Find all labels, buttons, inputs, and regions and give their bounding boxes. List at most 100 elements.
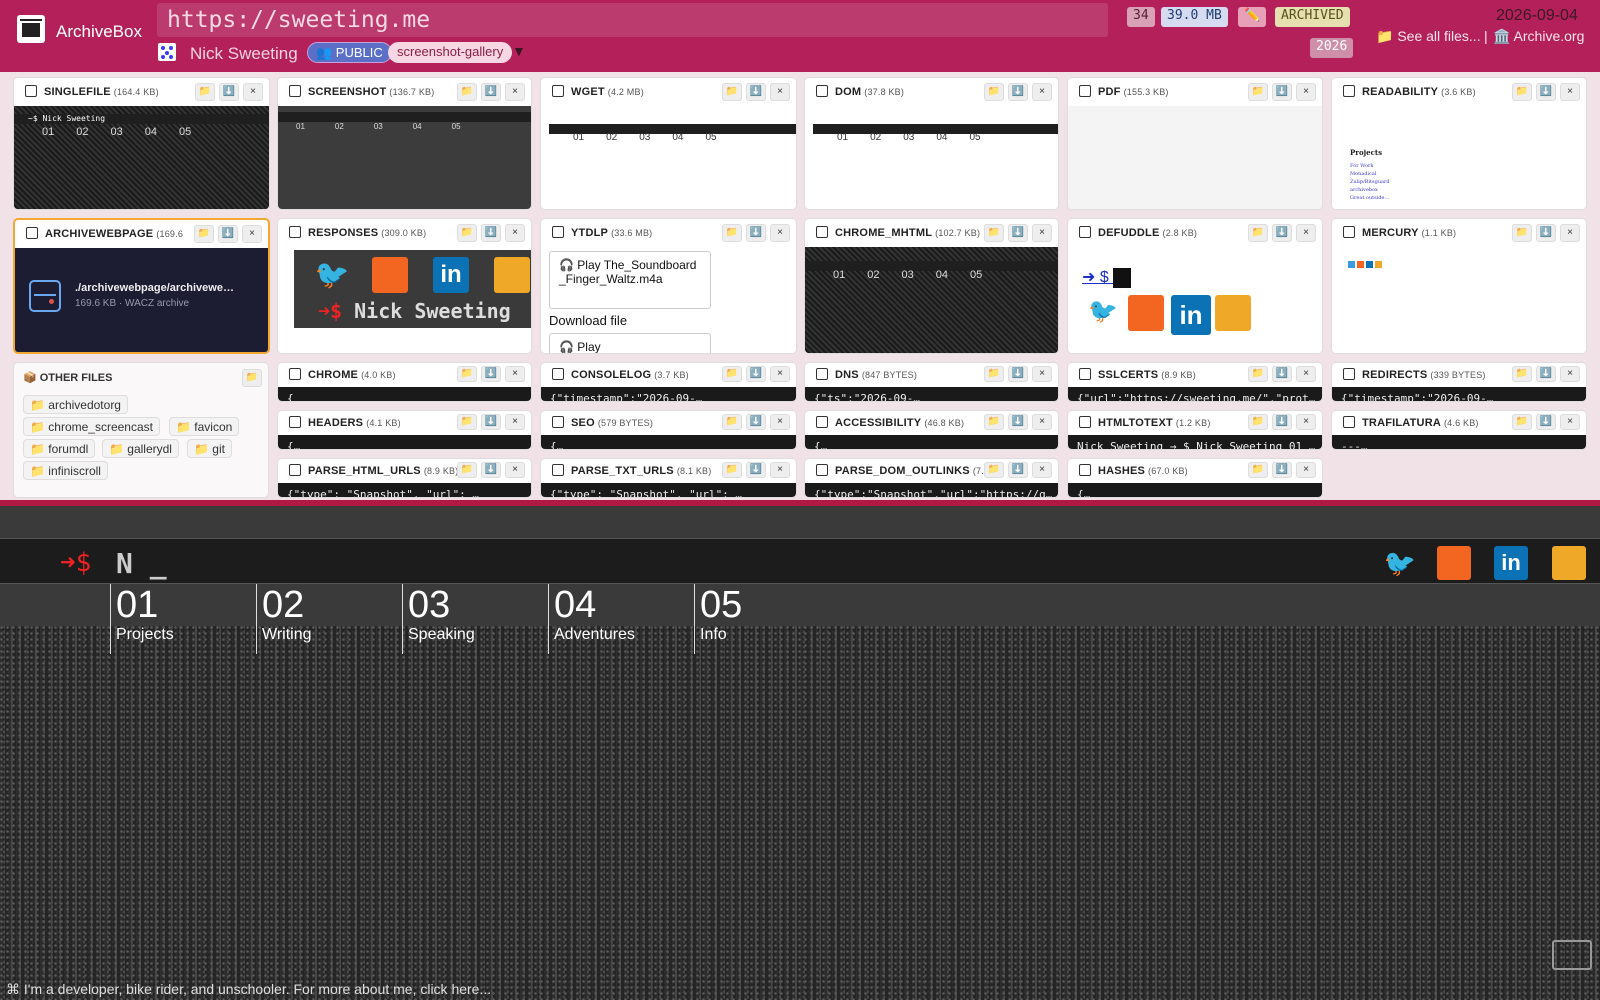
close-button[interactable]: × (505, 414, 525, 430)
folder-button[interactable]: 📁 (1248, 462, 1268, 478)
readability-link[interactable]: Great outside... (1350, 194, 1390, 202)
file-folder-link[interactable]: 📁 chrome_screencast (23, 417, 160, 436)
card-dom[interactable]: DOM (37.8 KB) 📁 ⬇️ × 01 02 03 04 05 (804, 77, 1059, 210)
nav-item-speaking[interactable]: 03 Speaking (402, 584, 546, 654)
tag-dropdown-icon[interactable]: ▼ (512, 43, 526, 59)
folder-button[interactable]: 📁 (457, 462, 477, 478)
download-button[interactable]: ⬇️ (1272, 224, 1292, 242)
close-button[interactable]: × (770, 224, 790, 242)
code-preview[interactable]: {"type":"Snapshot","url":"https://g… (805, 483, 1058, 497)
download-button[interactable]: ⬇️ (746, 366, 766, 382)
code-preview[interactable]: {"ts":"2026-09-… (805, 387, 1058, 401)
download-button[interactable]: ⬇️ (1008, 83, 1028, 101)
card-seo[interactable]: SEO (579 BYTES) 📁 ⬇️ × {… (540, 410, 797, 450)
linkedin-icon[interactable]: in (1494, 546, 1528, 580)
download-button[interactable]: ⬇️ (1272, 462, 1292, 478)
card-hashes[interactable]: HASHES (67.0 KB) 📁 ⬇️ × {… (1067, 458, 1323, 498)
download-button[interactable]: ⬇️ (1008, 462, 1028, 478)
folder-button[interactable]: 📁 (984, 83, 1004, 101)
close-button[interactable]: × (770, 414, 790, 430)
close-button[interactable]: × (1296, 414, 1316, 430)
folder-button[interactable]: 📁 (457, 414, 477, 430)
close-button[interactable]: × (505, 224, 525, 242)
download-button[interactable]: ⬇️ (1008, 414, 1028, 430)
download-button[interactable]: ⬇️ (481, 83, 501, 101)
download-button[interactable]: ⬇️ (1272, 366, 1292, 382)
close-button[interactable]: × (1296, 462, 1316, 478)
file-folder-link[interactable]: 📁 git (187, 439, 232, 458)
folder-button[interactable]: 📁 (1248, 366, 1268, 382)
soundcloud-icon[interactable] (1128, 295, 1164, 331)
folder-button[interactable]: 📁 (984, 414, 1004, 430)
code-preview[interactable]: {… (278, 435, 531, 449)
close-button[interactable]: × (1032, 366, 1052, 382)
card-redirects[interactable]: REDIRECTS (339 BYTES) 📁 ⬇️ × {"timestamp":"2… (1331, 362, 1587, 402)
chrome-mhtml-preview[interactable]: 01 02 03 04 05 (805, 247, 1058, 353)
download-button[interactable]: ⬇️ (746, 224, 766, 242)
card-dns[interactable]: DNS (847 BYTES) 📁 ⬇️ × {"ts":"2026-09-… (804, 362, 1059, 402)
close-button[interactable]: × (243, 83, 263, 101)
close-button[interactable]: × (1032, 414, 1052, 430)
folder-button[interactable]: 📁 (242, 369, 262, 387)
close-button[interactable]: × (1296, 366, 1316, 382)
folder-button[interactable]: 📁 (1248, 224, 1268, 242)
folder-button[interactable]: 📁 (1512, 366, 1532, 382)
download-button[interactable]: ⬇️ (746, 414, 766, 430)
readability-link[interactable]: For Work (1350, 162, 1390, 170)
folder-button[interactable]: 📁 (1512, 414, 1532, 430)
download-button[interactable]: ⬇️ (481, 224, 501, 242)
code-preview[interactable]: {"url":"https://sweeting.me/","prot… (1068, 387, 1322, 401)
card-screenshot[interactable]: SCREENSHOT (136.7 KB) 📁 ⬇️ × 01 02 03 04 05 (277, 77, 532, 210)
readability-link[interactable]: archivebox (1350, 186, 1390, 194)
download-button[interactable]: ⬇️ (481, 414, 501, 430)
folder-button[interactable]: 📁 (457, 224, 477, 242)
file-folder-link[interactable]: 📁 gallerydl (102, 439, 179, 458)
archived-page-view[interactable]: ➜$ N _ 🐦 in 01 Projects 02 Writing 03 Speak… (0, 506, 1600, 1000)
close-button[interactable]: × (770, 366, 790, 382)
card-htmltotext[interactable]: HTMLTOTEXT (1.2 KB) 📁 ⬇️ × Nick Sweeting → $… (1067, 410, 1323, 450)
download-button[interactable]: ⬇️ (746, 83, 766, 101)
card-mercury[interactable]: MERCURY (1.1 KB) 📁 ⬇️ × (1331, 218, 1587, 354)
close-button[interactable]: × (770, 83, 790, 101)
file-folder-link[interactable]: 📁 forumdl (23, 439, 96, 458)
mercury-preview[interactable] (1332, 247, 1586, 353)
snapshot-title[interactable]: Nick Sweeting (190, 44, 298, 64)
close-button[interactable]: × (1560, 83, 1580, 101)
screenshot-preview[interactable]: 01 02 03 04 05 (278, 106, 531, 209)
card-accessibility[interactable]: ACCESSIBILITY (46.8 KB) 📁 ⬇️ × {… (804, 410, 1059, 450)
folder-button[interactable]: 📁 (722, 83, 742, 101)
nav-item-info[interactable]: 05 Info (694, 584, 838, 654)
linkedin-icon[interactable]: in (1171, 295, 1211, 335)
defuddle-prompt[interactable]: ➜ $ (1082, 267, 1132, 288)
play-audio-button[interactable]: 🎧 Play (549, 333, 711, 353)
close-button[interactable]: × (1296, 224, 1316, 242)
responses-preview[interactable]: 🐦 in ➜$ Nick Sweeting (278, 247, 531, 353)
folder-button[interactable]: 📁 (457, 366, 477, 382)
card-consolelog[interactable]: CONSOLELOG (3.7 KB) 📁 ⬇️ × {"timestamp":"202… (540, 362, 797, 402)
readability-link[interactable]: Zulip/Bitsguard (1350, 178, 1390, 186)
code-preview[interactable]: {"type": "Snapshot", "url": … (541, 483, 796, 497)
download-button[interactable]: ⬇️ (481, 462, 501, 478)
app-name[interactable]: ArchiveBox (56, 22, 142, 42)
card-archivewebpage[interactable]: ARCHIVEWEBPAGE (169.6 📁 ⬇️ × ./archivewebpa… (13, 218, 270, 354)
download-button[interactable]: ⬇️ (1008, 224, 1028, 242)
download-button[interactable]: ⬇️ (218, 225, 238, 243)
card-responses[interactable]: RESPONSES (309.0 KB) 📁 ⬇️ × 🐦 in ➜$ Nick Sw… (277, 218, 532, 354)
archive-org-link[interactable]: 🏛️ Archive.org (1493, 28, 1584, 45)
close-button[interactable]: × (1032, 462, 1052, 478)
twitter-icon[interactable]: 🐦 (1383, 546, 1417, 580)
close-button[interactable]: × (1560, 224, 1580, 242)
file-folder-link[interactable]: 📁 favicon (169, 417, 240, 436)
close-button[interactable]: × (1032, 224, 1052, 242)
close-button[interactable]: × (242, 225, 262, 243)
card-trafilatura[interactable]: TRAFILATURA (4.6 KB) 📁 ⬇️ × ---… (1331, 410, 1587, 450)
download-button[interactable]: ⬇️ (1008, 366, 1028, 382)
visibility-badge[interactable]: 👥 PUBLIC (307, 42, 392, 63)
download-button[interactable]: ⬇️ (219, 83, 239, 101)
code-preview[interactable]: {… (805, 435, 1058, 449)
card-singlefile[interactable]: SINGLEFILE (164.4 KB) 📁 ⬇️ × ~$ Nick Sweeti… (13, 77, 270, 210)
folder-button[interactable]: 📁 (984, 224, 1004, 242)
card-parse-dom-outlinks[interactable]: PARSE_DOM_OUTLINKS(7.4 K📁⬇️× {"type":"Sn… (804, 458, 1059, 498)
soundcloud-icon[interactable] (1437, 546, 1471, 580)
card-readability[interactable]: READABILITY (3.6 KB) 📁 ⬇️ × Projects For Wo… (1331, 77, 1587, 210)
